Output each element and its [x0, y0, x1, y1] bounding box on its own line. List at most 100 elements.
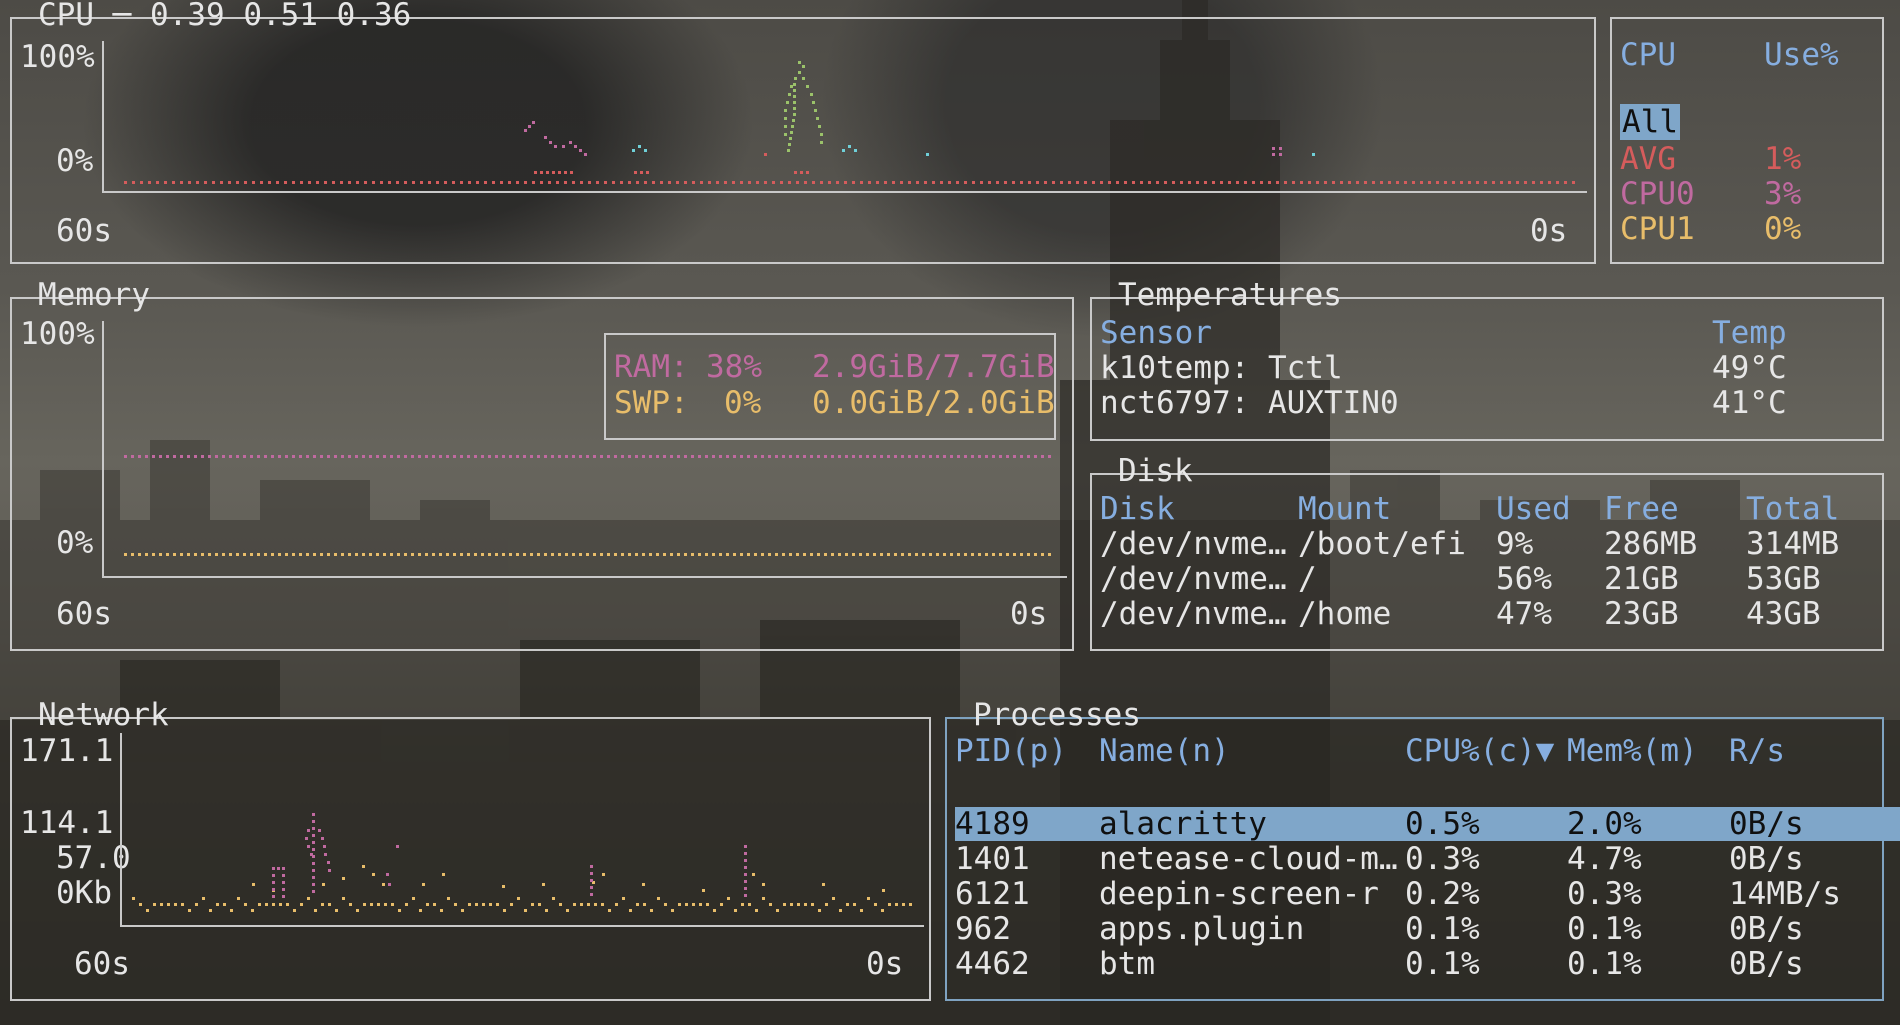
- disk-header-mount[interactable]: Mount: [1298, 491, 1391, 527]
- cpu-graph-panel: CPU ─ 0.39 0.51 0.36 100% 0% 60s 0s: [10, 0, 1596, 264]
- disk-row-used: 47%: [1496, 596, 1552, 632]
- process-rs: 14MB/s: [1729, 876, 1841, 912]
- cpu-x-left-label: 60s: [56, 213, 112, 249]
- proc-header-name[interactable]: Name(n): [1099, 733, 1230, 769]
- disk-row-mount: /home: [1298, 596, 1392, 632]
- process-pid: 6121: [955, 876, 1030, 912]
- process-row[interactable]: 6121 deepin-screen-r 0.2% 0.3% 14MB/s: [955, 877, 1900, 911]
- disk-row-device: /dev/nvme…: [1100, 561, 1287, 597]
- memory-x-left-label: 60s: [56, 596, 112, 632]
- disk-header-disk[interactable]: Disk: [1100, 491, 1175, 527]
- disk-row-free: 21GB: [1604, 561, 1679, 597]
- disk-row-used: 9%: [1496, 526, 1534, 562]
- process-name: deepin-screen-r: [1099, 876, 1379, 912]
- network-panel: Network 171.1 114.1 57.0 0Kb 60s 0s: [10, 697, 931, 1001]
- cpu-legend-item-avg[interactable]: AVG: [1620, 141, 1676, 177]
- network-x-left-label: 60s: [74, 946, 130, 982]
- process-rs: 0B/s: [1729, 806, 1804, 842]
- disk-row-free: 286MB: [1604, 526, 1698, 562]
- cpu-legend-item-cpu1[interactable]: CPU1: [1620, 211, 1695, 247]
- proc-header-pid[interactable]: PID(p): [955, 733, 1067, 769]
- cpu-legend-item-cpu0[interactable]: CPU0: [1620, 176, 1695, 212]
- cpu-avg-line: [124, 181, 1575, 184]
- network-y-label: 171.1: [20, 733, 114, 769]
- process-cpu: 0.2%: [1405, 876, 1480, 912]
- memory-y-top-label: 100%: [20, 316, 95, 352]
- process-mem: 4.7%: [1567, 841, 1642, 877]
- ram-label: RAM:: [614, 349, 689, 385]
- cpu-legend-header-use: Use%: [1764, 37, 1839, 73]
- process-cpu: 0.1%: [1405, 911, 1480, 947]
- temperatures-panel-title: Temperatures: [1118, 277, 1342, 313]
- cpu-legend-item-all[interactable]: All: [1620, 104, 1680, 140]
- process-name: netease-cloud-m…: [1099, 841, 1398, 877]
- cpu-panel-title: CPU ─ 0.39 0.51 0.36: [26, 0, 423, 33]
- cpu-load-average: 0.39 0.51 0.36: [150, 0, 412, 33]
- temp-header-sensor[interactable]: Sensor: [1100, 315, 1212, 351]
- process-mem: 0.1%: [1567, 911, 1642, 947]
- cpu-legend-value-cpu1: 0%: [1764, 211, 1802, 247]
- process-rs: 0B/s: [1729, 841, 1804, 877]
- proc-header-rs[interactable]: R/s: [1729, 733, 1785, 769]
- cpu-spike-series: [784, 61, 823, 152]
- processes-panel-title: Processes: [973, 697, 1141, 733]
- disk-panel-title: Disk: [1118, 453, 1193, 489]
- ram-usage: 2.9GiB/7.7GiB: [812, 349, 1055, 385]
- process-rs: 0B/s: [1729, 946, 1804, 982]
- process-mem: 0.3%: [1567, 876, 1642, 912]
- cpu-legend-value-cpu0: 3%: [1764, 176, 1802, 212]
- memory-panel-title: Memory: [38, 277, 150, 313]
- process-pid: 1401: [955, 841, 1030, 877]
- network-tx-series: [272, 813, 747, 898]
- disk-header-used[interactable]: Used: [1496, 491, 1571, 527]
- process-pid: 4189: [955, 806, 1030, 842]
- proc-header-cpu[interactable]: CPU%(c)▼: [1405, 733, 1554, 769]
- temp-header-temp[interactable]: Temp: [1712, 315, 1787, 351]
- temp-row-value: 41°C: [1712, 385, 1787, 421]
- network-y-label: 114.1: [20, 805, 114, 841]
- cpu-legend-panel: CPU Use% All AVG 1% CPU0 3% CPU1 0%: [1610, 17, 1884, 264]
- process-mem: 2.0%: [1567, 806, 1642, 842]
- swap-usage-line: [124, 553, 1051, 556]
- disk-row-total: 314MB: [1746, 526, 1840, 562]
- disk-header-free[interactable]: Free: [1604, 491, 1679, 527]
- temp-row-value: 49°C: [1712, 350, 1787, 386]
- processes-panel: Processes PID(p) Name(n) CPU%(c)▼ Mem%(m…: [945, 697, 1900, 1001]
- network-panel-title: Network: [38, 697, 169, 733]
- swap-percent: 0%: [724, 385, 762, 421]
- memory-x-right-label: 0s: [1010, 596, 1048, 632]
- swap-usage: 0.0GiB/2.0GiB: [812, 385, 1055, 421]
- disk-row-used: 56%: [1496, 561, 1552, 597]
- network-x-right-label: 0s: [866, 946, 904, 982]
- disk-row-mount: /: [1298, 561, 1317, 597]
- cpu1-series: [632, 145, 1315, 156]
- cpu-usage-graph: [124, 61, 1575, 184]
- swap-label: SWP:: [614, 385, 689, 421]
- cpu-y-top-label: 100%: [20, 39, 95, 75]
- memory-panel: Memory 100% 0% 60s 0s RAM: 38% 2.9GiB/7.…: [10, 277, 1074, 651]
- disk-panel: Disk Disk Mount Used Free Total /dev/nvm…: [1090, 453, 1884, 651]
- process-name: btm: [1099, 946, 1155, 982]
- network-y-label: 0Kb: [56, 875, 112, 911]
- cpu-y-bottom-label: 0%: [56, 143, 94, 179]
- cpu-x-axis: [102, 191, 1587, 193]
- cpu-legend-header-cpu: CPU: [1620, 37, 1676, 73]
- disk-header-total[interactable]: Total: [1746, 491, 1839, 527]
- process-row[interactable]: 1401 netease-cloud-m… 0.3% 4.7% 0B/s: [955, 842, 1900, 876]
- memory-legend-box: RAM: 38% 2.9GiB/7.7GiB SWP: 0% 0.0GiB/2.…: [604, 333, 1056, 440]
- process-row[interactable]: 4462 btm 0.1% 0.1% 0B/s: [955, 947, 1900, 981]
- process-pid: 962: [955, 911, 1011, 947]
- cpu-legend-label-all: All: [1620, 104, 1680, 140]
- process-cpu: 0.5%: [1405, 806, 1480, 842]
- process-mem: 0.1%: [1567, 946, 1642, 982]
- proc-header-mem[interactable]: Mem%(m): [1567, 733, 1698, 769]
- process-cpu: 0.1%: [1405, 946, 1480, 982]
- disk-row-device: /dev/nvme…: [1100, 526, 1287, 562]
- ram-usage-line: [124, 455, 1051, 458]
- cpu0-series: [524, 121, 587, 156]
- process-row[interactable]: 962 apps.plugin 0.1% 0.1% 0B/s: [955, 912, 1900, 946]
- disk-row-total: 43GB: [1746, 596, 1821, 632]
- disk-row-free: 23GB: [1604, 596, 1679, 632]
- process-cpu: 0.3%: [1405, 841, 1480, 877]
- process-row-selected[interactable]: 4189 alacritty 0.5% 2.0% 0B/s: [955, 807, 1900, 841]
